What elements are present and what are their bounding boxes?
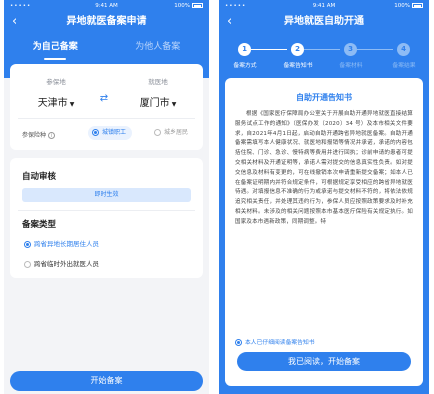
insured-place-select[interactable]: 天津市 ▼ xyxy=(26,94,86,109)
notice-body: 根据《国家医疗保障局办公室关于开展自助开通异地就医直接结算服务试点工作的通知》（… xyxy=(235,111,413,225)
step-4-circle: 4 xyxy=(397,43,410,56)
record-type-label: 跨省临时外出就医人员 xyxy=(34,260,99,268)
step-connector xyxy=(304,49,340,50)
notice-title: 自助开通告知书 xyxy=(296,93,352,102)
insurance-option-employee[interactable]: 城镇职工 xyxy=(88,126,133,140)
nav-bar: ‹ 异地就医备案申请 xyxy=(4,14,209,30)
left-screen: ••••• 9:41 AM 100% ‹ 异地就医备案申请 为自己备案 为他人备… xyxy=(4,0,209,394)
page-title: 异地就医自助开通 xyxy=(284,16,364,27)
page-title: 异地就医备案申请 xyxy=(66,16,147,27)
medical-place-value: 厦门市 xyxy=(139,98,170,109)
agree-label: 本人已仔细阅读备案告知书 xyxy=(245,340,315,346)
checkbox-checked-icon xyxy=(235,339,242,346)
divider xyxy=(18,118,195,119)
medical-place-label: 就医地 xyxy=(148,78,168,86)
radio-unselected-icon xyxy=(24,260,31,268)
insurance-option-resident[interactable]: 城乡居民 xyxy=(150,126,194,140)
status-bar: ••••• 9:41 AM 100% xyxy=(10,2,203,12)
back-arrow-icon[interactable]: ‹ xyxy=(12,14,17,30)
record-type-long-term[interactable]: 跨省异地长期居住人员 xyxy=(24,238,99,248)
status-bar: ••••• 9:41 AM 100% xyxy=(225,2,423,12)
battery-label: 100% xyxy=(394,3,410,9)
tab-others[interactable]: 为他人备案 xyxy=(107,38,210,60)
stepper: 1 2 3 4 备案方式 备案告知书 备案材料 备案结果 xyxy=(229,43,419,73)
review-title: 自动审核 xyxy=(22,172,57,182)
insurance-type-label: 参保险种 xyxy=(22,132,47,139)
tab-self[interactable]: 为自己备案 xyxy=(4,38,107,60)
insurance-type-row: 参保险种 i xyxy=(22,130,56,139)
battery-label: 100% xyxy=(174,3,190,9)
record-type-label: 跨省异地长期居住人员 xyxy=(34,240,99,248)
insurance-option-label: 城乡居民 xyxy=(164,129,189,136)
notice-card: 自助开通告知书 根据《国家医疗保障局办公室关于开展自助开通异地就医直接结算服务试… xyxy=(225,78,423,386)
back-arrow-icon[interactable]: ‹ xyxy=(227,14,232,30)
step-3-label: 备案材料 xyxy=(339,63,363,69)
nav-bar: ‹ 异地就医自助开通 xyxy=(219,14,429,30)
medical-place-select[interactable]: 厦门市 ▼ xyxy=(128,94,188,109)
radio-unselected-icon xyxy=(154,129,161,136)
radio-selected-icon xyxy=(24,240,31,248)
agree-checkbox[interactable]: 本人已仔细阅读备案告知书 xyxy=(235,337,315,346)
insured-place-value: 天津市 xyxy=(37,98,68,109)
caret-down-icon: ▼ xyxy=(171,101,177,108)
read-and-start-button[interactable]: 我已阅读，开始备案 xyxy=(237,352,411,371)
step-1-label: 备案方式 xyxy=(233,63,257,69)
divider xyxy=(18,210,195,211)
battery-indicator: 100% xyxy=(394,3,423,9)
step-3-circle: 3 xyxy=(344,43,357,56)
step-connector xyxy=(251,49,287,50)
step-2-circle: 2 xyxy=(291,43,304,56)
start-record-button[interactable]: 开始备案 xyxy=(10,371,203,391)
step-1-circle: 1 xyxy=(238,43,251,56)
review-status-badge: 即时生效 xyxy=(22,188,191,202)
location-card: 参保地 天津市 ▼ ⇄ 就医地 厦门市 ▼ 参保险种 i 城镇职工 城乡居民 xyxy=(10,64,203,150)
record-type-title: 备案类型 xyxy=(22,220,57,230)
battery-indicator: 100% xyxy=(174,3,203,9)
radio-selected-icon xyxy=(92,129,99,136)
record-type-temporary[interactable]: 跨省临时外出就医人员 xyxy=(24,258,99,268)
right-screen: ••••• 9:41 AM 100% ‹ 异地就医自助开通 1 2 3 4 备案… xyxy=(219,0,429,394)
step-4-label: 备案结果 xyxy=(392,63,416,69)
battery-icon xyxy=(192,3,203,8)
insurance-option-label: 城镇职工 xyxy=(102,129,127,136)
swap-icon: ⇄ xyxy=(99,93,109,104)
tab-bar: 为自己备案 为他人备案 xyxy=(4,38,209,60)
step-2-label: 备案告知书 xyxy=(283,63,313,69)
battery-icon xyxy=(412,3,423,8)
review-card: 自动审核 即时生效 备案类型 跨省异地长期居住人员 跨省临时外出就医人员 xyxy=(10,158,203,278)
insured-place-label: 参保地 xyxy=(46,78,66,86)
step-connector xyxy=(357,49,393,50)
info-icon[interactable]: i xyxy=(48,132,56,139)
caret-down-icon: ▼ xyxy=(69,101,75,108)
